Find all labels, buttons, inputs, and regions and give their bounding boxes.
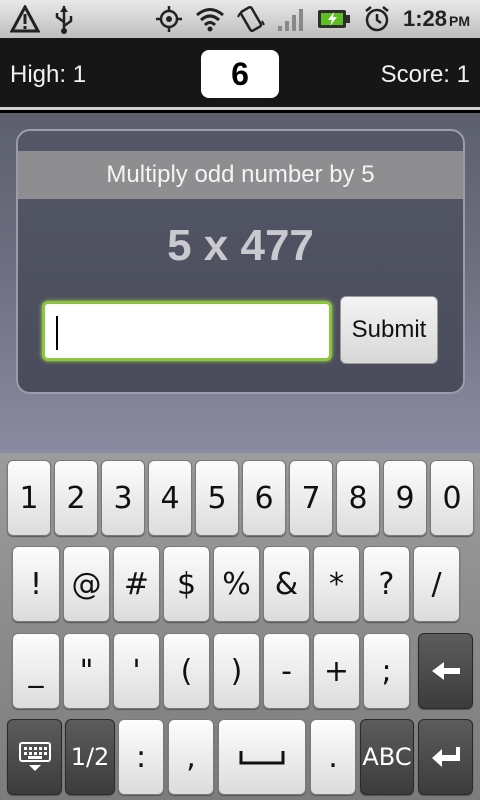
key-ampersand[interactable]: & xyxy=(263,546,310,622)
question-panel: Multiply odd number by 5 5 x 477 Submit xyxy=(16,129,465,394)
problem-text: 5 x 477 xyxy=(167,221,314,270)
on-screen-keyboard: 1 2 3 4 5 6 7 8 9 0 ! @ # $ % & * ? / _ … xyxy=(0,453,480,800)
status-bar: 1:28 PM xyxy=(0,0,480,38)
key-apostrophe[interactable]: ' xyxy=(113,633,160,709)
key-colon[interactable]: : xyxy=(118,719,164,795)
game-area: Multiply odd number by 5 5 x 477 Submit xyxy=(0,113,480,453)
vibrate-icon xyxy=(237,4,265,34)
submit-button[interactable]: Submit xyxy=(340,296,438,364)
alarm-icon xyxy=(363,4,391,34)
task-instruction: Multiply odd number by 5 xyxy=(18,151,463,199)
key-dollar[interactable]: $ xyxy=(163,546,210,622)
answer-input[interactable] xyxy=(42,301,332,361)
key-comma[interactable]: , xyxy=(168,719,214,795)
key-semicolon[interactable]: ; xyxy=(363,633,410,709)
key-6[interactable]: 6 xyxy=(242,460,286,536)
key-abc[interactable]: ABC xyxy=(360,719,414,795)
key-hash[interactable]: # xyxy=(113,546,160,622)
gps-icon xyxy=(155,4,183,34)
key-9[interactable]: 9 xyxy=(383,460,427,536)
key-percent[interactable]: % xyxy=(213,546,260,622)
key-underscore[interactable]: _ xyxy=(12,633,60,709)
key-close-paren[interactable]: ) xyxy=(213,633,260,709)
key-8[interactable]: 8 xyxy=(336,460,380,536)
key-double-quote[interactable]: " xyxy=(63,633,110,709)
backspace-icon xyxy=(431,662,460,680)
level-counter: 6 xyxy=(201,50,279,98)
clock: 1:28 PM xyxy=(403,6,470,32)
usb-icon xyxy=(52,4,76,34)
key-4[interactable]: 4 xyxy=(148,460,192,536)
key-question[interactable]: ? xyxy=(363,546,410,622)
signal-icon xyxy=(277,4,305,34)
key-open-paren[interactable]: ( xyxy=(163,633,210,709)
clock-ampm: PM xyxy=(449,13,470,29)
status-bar-right: 1:28 PM xyxy=(155,4,470,34)
key-at[interactable]: @ xyxy=(63,546,110,622)
space-icon xyxy=(239,751,285,765)
score-label: Score: 1 xyxy=(380,61,470,88)
key-plus[interactable]: + xyxy=(313,633,360,709)
key-page-toggle[interactable]: 1/2 xyxy=(65,719,115,795)
clock-time: 1:28 xyxy=(402,6,447,31)
key-space[interactable] xyxy=(218,719,306,795)
text-cursor xyxy=(56,316,58,350)
keyboard-settings-key[interactable] xyxy=(7,719,62,795)
score-header: High: 1 6 Score: 1 xyxy=(0,38,480,110)
key-7[interactable]: 7 xyxy=(289,460,333,536)
wifi-icon xyxy=(195,4,225,34)
battery-charging-icon xyxy=(317,4,351,34)
key-3[interactable]: 3 xyxy=(101,460,145,536)
enter-icon xyxy=(431,747,460,767)
key-2[interactable]: 2 xyxy=(54,460,98,536)
key-5[interactable]: 5 xyxy=(195,460,239,536)
enter-key[interactable] xyxy=(418,719,473,795)
high-score-label: High: 1 xyxy=(10,61,87,88)
status-bar-left xyxy=(10,4,76,34)
backspace-key[interactable] xyxy=(418,633,473,709)
key-1[interactable]: 1 xyxy=(7,460,51,536)
key-minus[interactable]: - xyxy=(263,633,310,709)
key-0[interactable]: 0 xyxy=(430,460,474,536)
key-period[interactable]: . xyxy=(310,719,356,795)
key-slash[interactable]: / xyxy=(413,546,460,622)
key-asterisk[interactable]: * xyxy=(313,546,360,622)
warning-icon xyxy=(10,4,40,34)
keyboard-icon xyxy=(18,742,51,771)
key-exclamation[interactable]: ! xyxy=(12,546,60,622)
